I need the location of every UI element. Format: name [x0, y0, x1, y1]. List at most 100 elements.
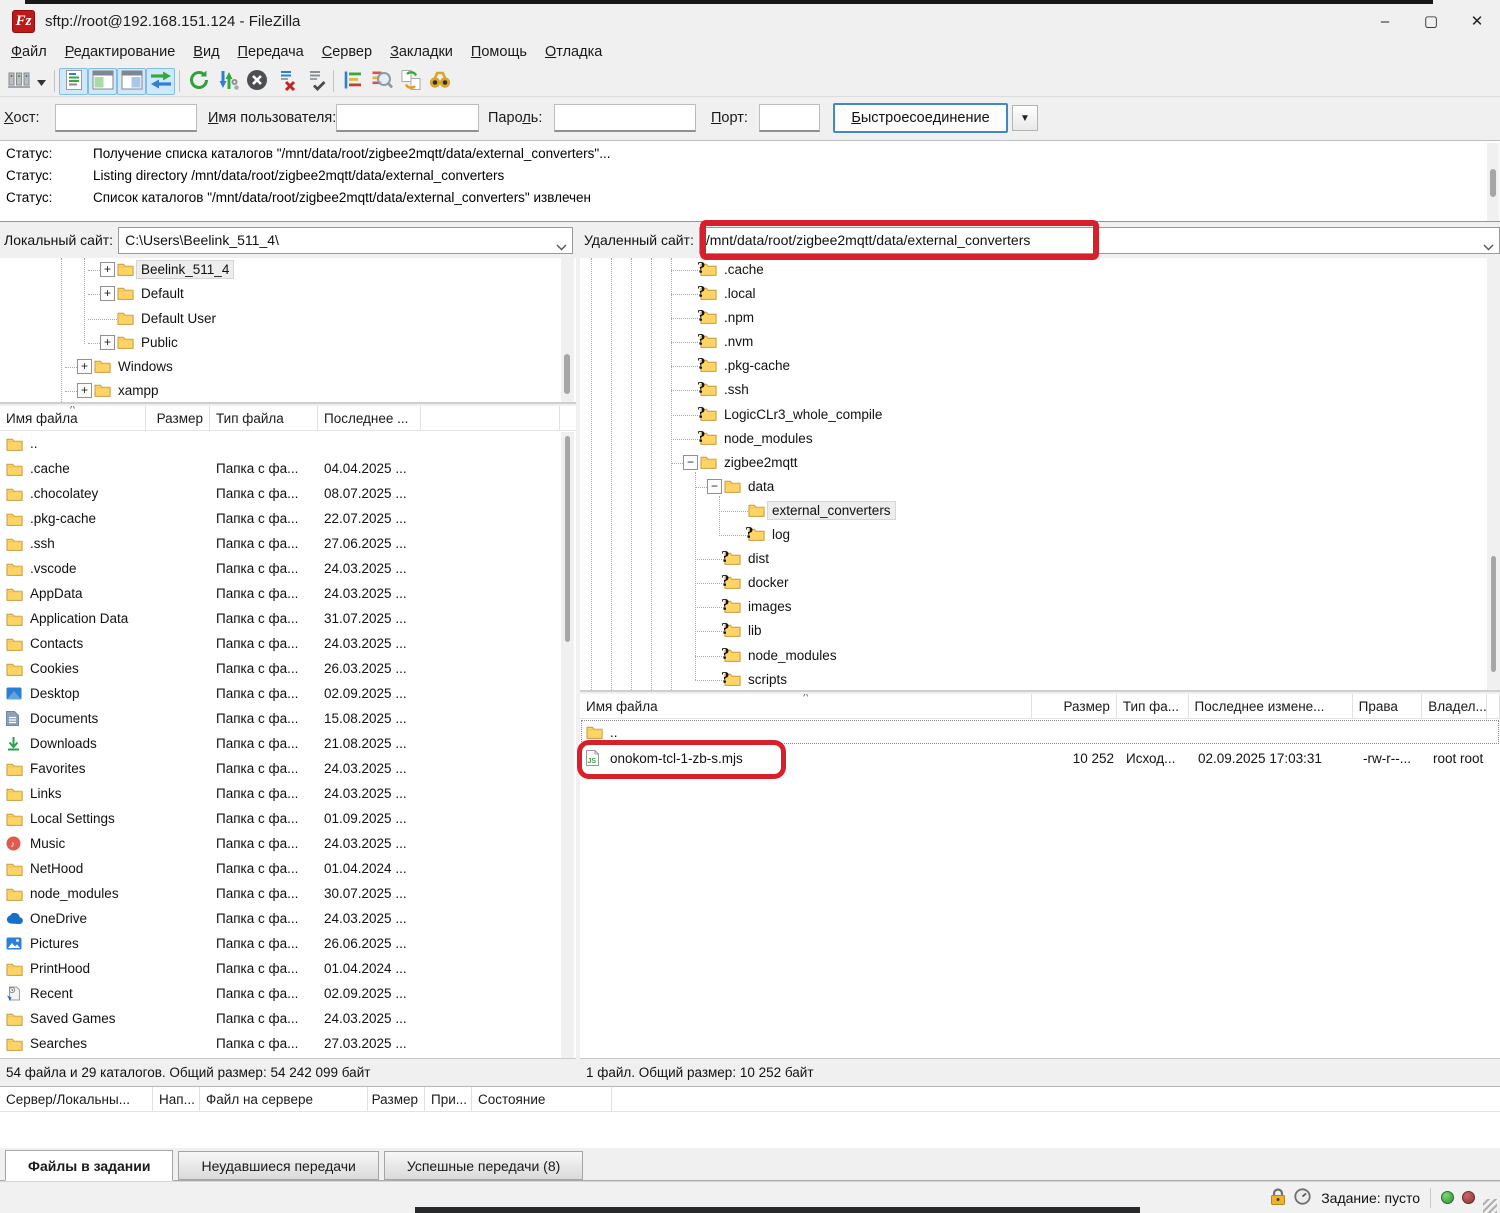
quickconnect-button[interactable]: Быстрое соединение — [833, 103, 1008, 133]
column-header[interactable]: Права — [1353, 694, 1423, 718]
local-files-scrollbar[interactable] — [561, 432, 574, 1058]
tree-item[interactable]: ?.local — [580, 282, 1500, 306]
file-row[interactable]: .cacheПапка с фа...04.04.2025 ... — [0, 456, 576, 481]
log-scrollbar[interactable] — [1487, 143, 1499, 221]
file-row[interactable]: AppDataПапка с фа...24.03.2025 ... — [0, 581, 576, 606]
tree-item[interactable]: ?scripts — [580, 668, 1500, 692]
tree-item[interactable]: ?.nvm — [580, 330, 1500, 354]
menu-item[interactable]: Передача — [229, 40, 313, 64]
expand-plus-icon[interactable]: + — [100, 262, 115, 277]
tree-item[interactable]: +Beelink_511_4 — [0, 258, 576, 282]
tree-item[interactable]: −data — [580, 475, 1500, 499]
expand-plus-icon[interactable]: + — [100, 335, 115, 350]
file-row[interactable]: .chocolateyПапка с фа...08.07.2025 ... — [0, 481, 576, 506]
column-header[interactable]: Последнее ... — [318, 406, 421, 430]
tree-item[interactable]: ?.ssh — [580, 378, 1500, 402]
file-row[interactable]: LinksПапка с фа...24.03.2025 ... — [0, 781, 576, 806]
file-row[interactable]: Local SettingsПапка с фа...01.09.2025 ..… — [0, 806, 576, 831]
username-input[interactable] — [336, 104, 479, 132]
tree-item[interactable]: ?.npm — [580, 306, 1500, 330]
process-queue-button[interactable] — [213, 68, 242, 95]
filter-button[interactable] — [338, 68, 367, 95]
tree-item[interactable]: ?dist — [580, 547, 1500, 571]
resize-grip[interactable] — [1483, 1199, 1497, 1213]
menu-item[interactable]: Файл — [2, 40, 56, 64]
file-row[interactable]: FavoritesПапка с фа...24.03.2025 ... — [0, 756, 576, 781]
file-row[interactable]: node_modulesПапка с фа...30.07.2025 ... — [0, 881, 576, 906]
column-header[interactable]: Размер — [368, 1087, 425, 1111]
quickconnect-dropdown[interactable]: ▼ — [1012, 105, 1038, 131]
tree-item[interactable]: ?node_modules — [580, 427, 1500, 451]
collapse-minus-icon[interactable]: − — [683, 455, 698, 470]
queue-tab[interactable]: Успешные передачи (8) — [384, 1151, 583, 1180]
column-header[interactable]: Файл на сервере — [200, 1087, 368, 1111]
file-row[interactable]: DocumentsПапка с фа...15.08.2025 ... — [0, 706, 576, 731]
file-row[interactable]: ContactsПапка с фа...24.03.2025 ... — [0, 631, 576, 656]
maximize-button[interactable]: ▢ — [1408, 4, 1454, 38]
remote-tree-scrollbar[interactable] — [1487, 258, 1500, 692]
expand-plus-icon[interactable]: + — [77, 383, 92, 398]
local-path-combo[interactable]: C:\Users\Beelink_511_4\ — [118, 227, 573, 254]
host-input[interactable] — [55, 104, 197, 132]
menu-item[interactable]: Вид — [184, 40, 228, 64]
file-row[interactable]: SearchesПапка с фа...27.03.2025 ... — [0, 1031, 576, 1056]
file-row[interactable]: PicturesПапка с фа...26.06.2025 ... — [0, 931, 576, 956]
file-row[interactable]: DownloadsПапка с фа...21.08.2025 ... — [0, 731, 576, 756]
remote-path-combo[interactable]: /mnt/data/root/zigbee2mqtt/data/external… — [699, 227, 1500, 254]
expand-plus-icon[interactable]: + — [100, 286, 115, 301]
tree-item[interactable]: ?lib — [580, 619, 1500, 643]
column-header[interactable]: Тип файла — [210, 406, 318, 430]
tree-item[interactable]: +Public — [0, 331, 576, 355]
menu-item[interactable]: Редактирование — [56, 40, 185, 64]
column-header[interactable]: Владел... — [1422, 694, 1487, 718]
speed-limit-icon[interactable] — [1294, 1188, 1311, 1208]
tree-item[interactable]: ?docker — [580, 571, 1500, 595]
site-manager-dropdown[interactable] — [33, 68, 50, 95]
column-header[interactable]: При... — [425, 1087, 472, 1111]
close-button[interactable]: ✕ — [1454, 4, 1500, 38]
directory-comparison-button[interactable] — [367, 68, 396, 95]
reconnect-button[interactable] — [300, 68, 329, 95]
tree-item[interactable]: ?.cache — [580, 258, 1500, 282]
minimize-button[interactable]: – — [1362, 4, 1408, 38]
cancel-button[interactable] — [242, 68, 271, 95]
local-tree-scrollbar[interactable] — [561, 258, 574, 404]
column-header[interactable]: Имя файла^ — [580, 694, 1032, 718]
column-header[interactable]: Имя файла^ — [0, 406, 146, 430]
file-row[interactable]: NetHoodПапка с фа...01.04.2024 ... — [0, 856, 576, 881]
tree-item[interactable]: ?LogicCLr3_whole_compile — [580, 403, 1500, 427]
column-header[interactable]: Размер — [1032, 694, 1117, 718]
lock-icon[interactable] — [1268, 1188, 1288, 1208]
menu-item[interactable]: Помощь — [462, 40, 536, 64]
toggle-remote-tree-button[interactable] — [117, 68, 146, 95]
disconnect-button[interactable] — [271, 68, 300, 95]
expand-plus-icon[interactable]: + — [77, 359, 92, 374]
file-row[interactable]: ♪MusicПапка с фа...24.03.2025 ... — [0, 831, 576, 856]
file-row[interactable]: PrintHoodПапка с фа...01.04.2024 ... — [0, 956, 576, 981]
site-manager-button[interactable] — [4, 68, 33, 95]
tree-item[interactable]: ?node_modules — [580, 644, 1500, 668]
tree-item[interactable]: ?images — [580, 595, 1500, 619]
queue-tab[interactable]: Неудавшиеся передачи — [178, 1151, 378, 1180]
file-row[interactable]: CookiesПапка с фа...26.03.2025 ... — [0, 656, 576, 681]
file-row[interactable]: Saved GamesПапка с фа...24.03.2025 ... — [0, 1006, 576, 1031]
file-row[interactable]: .vscodeПапка с фа...24.03.2025 ... — [0, 556, 576, 581]
toggle-message-log-button[interactable] — [59, 68, 88, 95]
file-row[interactable]: DesktopПапка с фа...02.09.2025 ... — [0, 681, 576, 706]
tree-item[interactable]: +Windows — [0, 355, 576, 379]
tree-item[interactable]: ?.pkg-cache — [580, 354, 1500, 378]
tree-item[interactable]: Default User — [0, 307, 576, 331]
tree-item[interactable]: external_converters — [580, 499, 1500, 523]
tree-item[interactable]: ?log — [580, 523, 1500, 547]
toggle-transfer-queue-button[interactable] — [146, 68, 175, 95]
file-row[interactable]: .pkg-cacheПапка с фа...22.07.2025 ... — [0, 506, 576, 531]
password-input[interactable] — [554, 104, 696, 132]
file-row[interactable]: OneDriveПапка с фа...24.03.2025 ... — [0, 906, 576, 931]
queue-tab[interactable]: Файлы в задании — [5, 1150, 173, 1181]
column-header[interactable] — [421, 406, 560, 430]
collapse-minus-icon[interactable]: − — [707, 479, 722, 494]
tree-item[interactable]: +xampp — [0, 379, 576, 403]
menu-item[interactable]: Отладка — [536, 40, 611, 64]
file-row[interactable]: .. — [580, 719, 1500, 745]
file-row[interactable]: Application DataПапка с фа...31.07.2025 … — [0, 606, 576, 631]
